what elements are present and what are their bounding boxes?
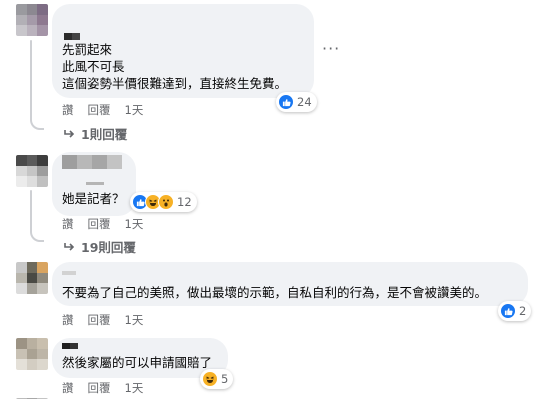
like-button[interactable]: 讚	[62, 380, 74, 396]
comment-text-line: 然後家屬的可以申請國賠了	[62, 355, 213, 370]
comment-actions: 讚 回覆 1天	[62, 216, 143, 232]
reply-arrow-icon	[64, 129, 75, 138]
comment-text-line: 不要為了自己的美照，做出最壞的示範，自私自利的行為，是不會被讚美的。	[62, 285, 488, 300]
replies-label: 19則回覆	[81, 240, 136, 255]
avatar[interactable]	[16, 262, 48, 294]
commenter-name-second-line	[86, 182, 104, 185]
haha-reaction-icon	[202, 371, 218, 387]
like-reaction-icon	[278, 94, 294, 110]
comment-text-line: 先罰起來	[62, 42, 113, 57]
comment-text-line: 她是記者？	[62, 191, 125, 206]
reaction-summary[interactable]: 12	[130, 192, 197, 212]
commenter-name[interactable]	[64, 33, 80, 40]
avatar[interactable]	[16, 155, 48, 187]
like-reaction-icon	[500, 303, 516, 319]
view-replies-button[interactable]: 1則回覆	[64, 124, 127, 143]
timestamp[interactable]: 1天	[125, 102, 144, 118]
thread-connector	[30, 118, 44, 130]
commenter-name[interactable]	[62, 343, 78, 349]
view-replies-button[interactable]: 19則回覆	[64, 237, 136, 256]
avatar[interactable]	[16, 338, 48, 370]
reply-button[interactable]: 回覆	[88, 380, 111, 396]
reaction-summary[interactable]: 2	[498, 301, 532, 321]
reaction-count: 24	[297, 95, 312, 109]
reaction-summary[interactable]: 24	[276, 92, 317, 112]
avatar[interactable]	[16, 398, 48, 402]
like-button[interactable]: 讚	[62, 216, 74, 232]
like-button[interactable]: 讚	[62, 102, 74, 118]
timestamp[interactable]: 1天	[125, 312, 144, 328]
reaction-count: 5	[221, 372, 229, 386]
comment-text-line: 這個姿勢半價很難達到，直接終生免費。	[62, 76, 288, 91]
avatar[interactable]	[16, 4, 48, 36]
comment-actions: 讚 回覆 1天	[62, 312, 143, 328]
comment-text-line: 此風不可長	[62, 59, 125, 74]
reaction-count: 2	[519, 304, 527, 318]
like-button[interactable]: 讚	[62, 312, 74, 328]
reply-button[interactable]: 回覆	[88, 102, 111, 118]
replies-label: 1則回覆	[81, 127, 128, 142]
reaction-summary[interactable]: 5	[200, 369, 234, 389]
comment-actions: 讚 回覆 1天	[62, 380, 143, 396]
comment-actions: 讚 回覆 1天	[62, 102, 143, 118]
more-horizontal-icon[interactable]: ···	[322, 41, 340, 57]
thread-line	[30, 190, 32, 232]
thread-connector	[30, 230, 44, 242]
reply-button[interactable]: 回覆	[88, 312, 111, 328]
wow-reaction-icon	[158, 194, 174, 210]
timestamp[interactable]: 1天	[125, 380, 144, 396]
thread-line	[30, 40, 32, 120]
reaction-count: 12	[177, 195, 192, 209]
commenter-name[interactable]	[62, 155, 122, 169]
reply-arrow-icon	[64, 242, 75, 251]
timestamp[interactable]: 1天	[125, 216, 144, 232]
commenter-name[interactable]	[62, 271, 76, 275]
reply-button[interactable]: 回覆	[88, 216, 111, 232]
